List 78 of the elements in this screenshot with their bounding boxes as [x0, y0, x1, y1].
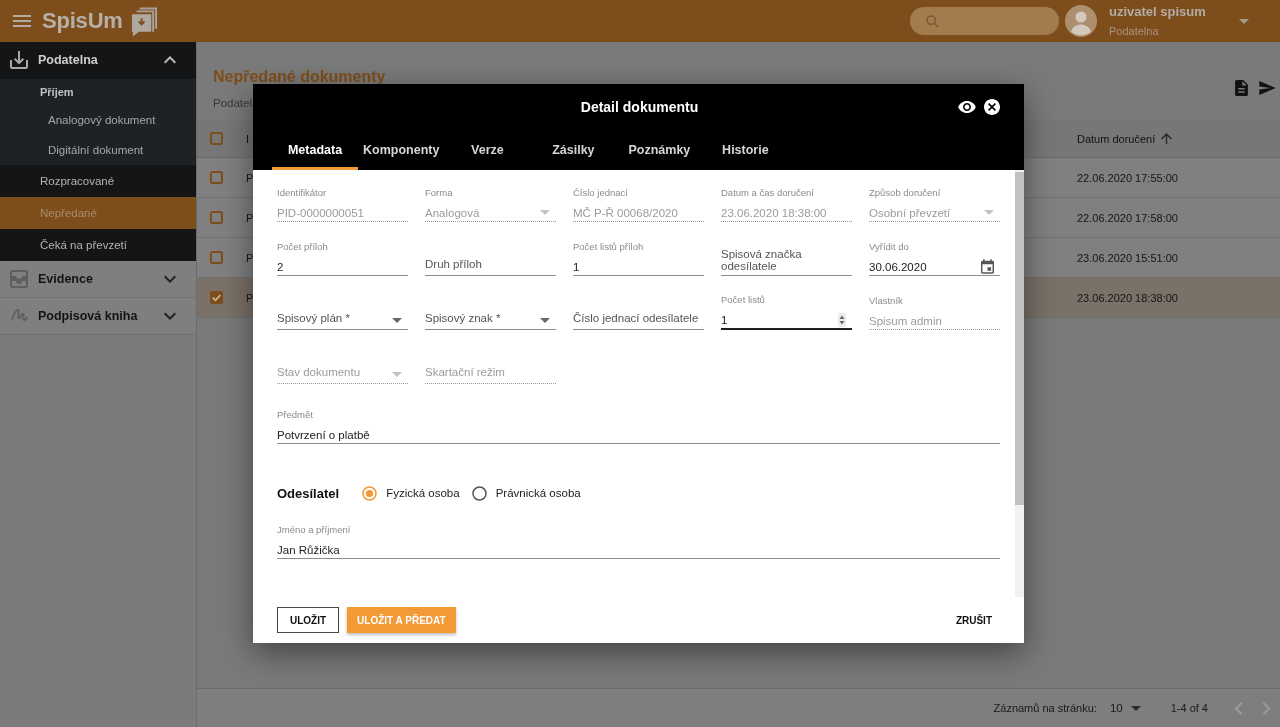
checkbox[interactable] — [210, 211, 223, 224]
table-cell: 23.06.2020 18:38:00 — [1077, 291, 1178, 304]
tab[interactable]: Historie — [702, 130, 789, 170]
dropdown-caret-icon — [984, 210, 994, 215]
table-cell: P — [246, 291, 254, 304]
checkbox[interactable] — [210, 251, 223, 264]
scrollbar-thumb[interactable] — [1015, 172, 1024, 505]
nav-item[interactable]: Příjem — [0, 79, 196, 105]
table-cell: P — [246, 211, 254, 224]
search-field[interactable] — [910, 7, 1059, 35]
rows-per-page-label: Záznamů na stránku: — [993, 702, 1097, 714]
radio-icon[interactable] — [471, 485, 487, 501]
radio-icon[interactable] — [362, 485, 378, 501]
send-icon[interactable] — [1259, 80, 1276, 95]
logo-icon — [130, 5, 158, 37]
radio-option[interactable]: Právnická osoba — [471, 485, 581, 501]
avatar-icon[interactable] — [1065, 5, 1097, 37]
chevron-up-icon — [164, 56, 176, 64]
page-range: 1-4 of 4 — [1170, 702, 1208, 714]
table-cell: P — [246, 251, 254, 264]
nav-item[interactable]: Rozpracované — [0, 165, 196, 197]
section-title: Odesílatel — [277, 485, 340, 501]
text-field[interactable]: Jméno a příjmení Jan Růžička — [277, 523, 1000, 559]
dropdown-caret-icon — [392, 372, 402, 377]
eye-icon[interactable] — [958, 101, 976, 113]
chevron-down-icon — [164, 275, 176, 283]
close-icon[interactable] — [984, 99, 1000, 115]
user-role: Podatelna — [1109, 24, 1159, 38]
search-icon — [926, 14, 939, 28]
date-field[interactable]: Vyřídit do 30.06.2020 — [869, 240, 1000, 276]
sort-up-arrow-icon — [1161, 133, 1173, 144]
table-cell: 22.06.2020 17:58:00 — [1077, 211, 1178, 224]
modal-title: Detail dokumentu — [579, 99, 700, 115]
text-field[interactable]: Druh příloh — [425, 240, 556, 276]
select-field[interactable]: Spisový znak * — [425, 294, 556, 330]
text-field[interactable]: Předmět Potvrzení o platbě — [277, 408, 1000, 444]
checkbox[interactable] — [210, 291, 223, 304]
user-name: uzivatel spisum — [1109, 4, 1206, 20]
tray-icon — [10, 270, 28, 288]
tab[interactable]: Poznámky — [616, 130, 703, 170]
calendar-icon[interactable] — [981, 259, 994, 274]
tab[interactable]: Komponenty — [358, 130, 445, 170]
chevron-down-icon — [164, 312, 176, 320]
dropdown-caret-icon — [1130, 705, 1141, 711]
column-header[interactable]: Datum doručení — [1077, 132, 1173, 145]
table-cell: 23.06.2020 15:51:00 — [1077, 251, 1178, 264]
breadcrumb: Podatel — [213, 96, 252, 111]
tab[interactable]: Verze — [444, 130, 531, 170]
text-field[interactable]: Počet listů příloh 1 — [573, 240, 704, 276]
stepper-icon[interactable] — [838, 312, 846, 327]
menu-icon[interactable] — [13, 15, 31, 27]
text-field[interactable]: Spisová značka odesílatele — [721, 240, 852, 276]
tray-download-icon — [10, 51, 28, 69]
nav-group[interactable]: Evidence — [0, 261, 196, 298]
rows-per-page-select[interactable]: 10 — [1109, 702, 1141, 714]
action-button[interactable]: ULOŽIT — [277, 607, 340, 633]
nav-group[interactable]: Podpisová kniha — [0, 298, 196, 335]
number-field[interactable]: Počet listů 1 — [721, 294, 852, 330]
action-button[interactable]: ZRUŠIT — [947, 607, 1000, 633]
select-field[interactable]: Spisový plán * — [277, 294, 408, 330]
table-cell: P — [246, 171, 254, 184]
tab[interactable]: Metadata — [272, 130, 358, 170]
app-name: SpisUm — [42, 8, 123, 34]
nav-item[interactable]: Digitální dokument — [0, 135, 196, 165]
table-cell: 22.06.2020 17:55:00 — [1077, 171, 1178, 184]
dropdown-caret-icon — [540, 210, 550, 215]
checkbox[interactable] — [210, 132, 223, 145]
document-icon[interactable] — [1235, 79, 1248, 96]
checkbox[interactable] — [210, 171, 223, 184]
tab[interactable]: Zásilky — [530, 130, 617, 170]
nav-item[interactable]: Čeká na převzetí — [0, 229, 196, 261]
nav-group[interactable]: Podatelna — [0, 42, 196, 79]
radio-option[interactable]: Fyzická osoba — [362, 485, 460, 501]
page-title: Nepředané dokumenty — [213, 67, 386, 87]
dropdown-caret-icon[interactable] — [1239, 18, 1249, 24]
text-field[interactable]: Číslo jednací odesílatele — [573, 294, 704, 330]
text-field[interactable]: Počet příloh 2 — [277, 240, 408, 276]
nav-item[interactable]: Analogový dokument — [0, 105, 196, 135]
